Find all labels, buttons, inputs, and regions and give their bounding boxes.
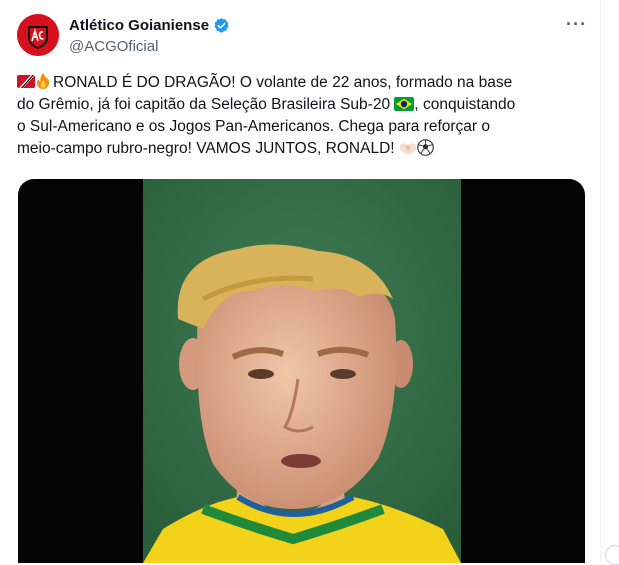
- video-frame[interactable]: [143, 179, 461, 563]
- avatar[interactable]: [17, 14, 59, 56]
- fire-emoji: [36, 73, 50, 89]
- tweet-text: RONALD É DO DRAGÃO! O volante de 22 anos…: [17, 72, 587, 160]
- verified-badge-icon: [213, 17, 230, 34]
- player-video-still: [143, 179, 461, 563]
- tweet-line-2: do Grêmio, já foi capitão da Seleção Bra…: [17, 96, 391, 113]
- club-crest-icon: [17, 14, 59, 56]
- video-player[interactable]: [18, 179, 585, 563]
- display-name[interactable]: Atlético Goianiense: [69, 17, 209, 34]
- timeline-divider: [600, 0, 601, 563]
- trinidad-flag-emoji: [17, 73, 35, 88]
- author-handle[interactable]: @ACGOficial: [69, 38, 158, 55]
- tweet-line-1: RONALD É DO DRAGÃO! O volante de 22 anos…: [53, 74, 513, 91]
- handshake-emoji: [399, 140, 417, 154]
- soccer-ball-emoji: [417, 139, 434, 156]
- tweet-line-3: , conquistando: [414, 96, 516, 113]
- brazil-flag-emoji: [394, 96, 415, 111]
- more-options-icon[interactable]: ···: [566, 14, 587, 35]
- tweet-line-5: meio-campo rubro-negro! VAMOS JUNTOS, RO…: [17, 140, 395, 157]
- tweet-line-4: o Sul-Americano e os Jogos Pan-Americano…: [17, 118, 490, 135]
- author-name-row[interactable]: Atlético Goianiense: [69, 17, 230, 34]
- floating-action-icon[interactable]: [605, 545, 619, 565]
